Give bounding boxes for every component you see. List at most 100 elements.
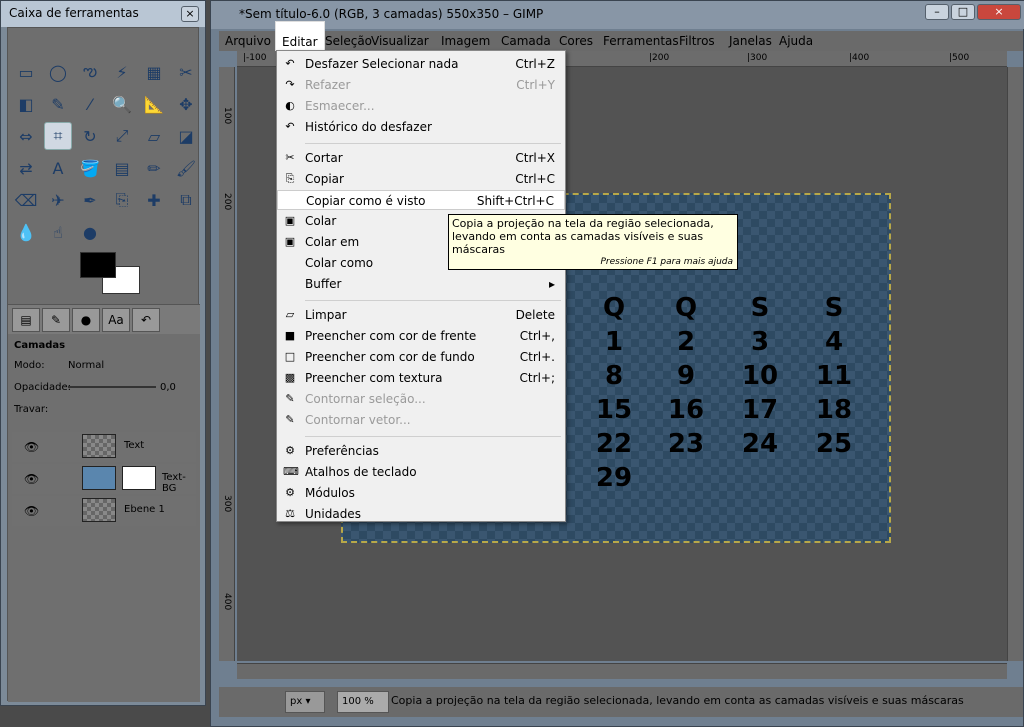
menu-arquivo[interactable]: Arquivo xyxy=(225,34,271,48)
toolbox-panel: ▭ ◯ ఌ ⚡ ▦ ✂ ◧ ✎ ⁄ 🔍 📐 ✥ ⇔ ⌗ ↻ ⤢ ▱ ◪ ⇄ A 🪣 ▤ ✏ 🖌 ⌫ ✈ ✒ ⎘ ✚ ⧉ 💧 ☝ ● ▤ ✎ ● … xyxy=(7,27,200,702)
measure-icon[interactable]: 📐 xyxy=(140,90,168,118)
close-icon[interactable]: × xyxy=(977,4,1021,20)
layer-name: Ebene 1 xyxy=(124,504,165,515)
minimize-icon[interactable]: – xyxy=(925,4,949,20)
close-icon[interactable]: × xyxy=(181,6,199,22)
move-icon[interactable]: ✥ xyxy=(172,90,200,118)
tab-brushes[interactable]: ● xyxy=(72,308,100,332)
eraser-icon[interactable]: ⌫ xyxy=(12,186,40,214)
ink-icon[interactable]: ✒ xyxy=(76,186,104,214)
blur-icon[interactable]: 💧 xyxy=(12,218,40,246)
tab-layers[interactable]: ▤ xyxy=(12,308,40,332)
paintbrush-icon[interactable]: 🖌 xyxy=(172,154,200,182)
menu-item-módulos[interactable]: ⚙ Módulos xyxy=(277,483,565,503)
ellipse-select-icon[interactable]: ◯ xyxy=(44,58,72,86)
maximize-icon[interactable]: □ xyxy=(951,4,975,20)
calendar-day: 9 xyxy=(676,361,696,391)
mode-select[interactable]: Normal xyxy=(68,360,104,371)
menu-item-preencher-com-cor-de-fundo[interactable]: □ Preencher com cor de fundo Ctrl+. xyxy=(277,347,565,367)
menu-camada[interactable]: Camada xyxy=(501,34,551,48)
menu-visualizar[interactable]: Visualizar xyxy=(371,34,429,48)
menu-item-contornar-vetor[interactable]: ✎ Contornar vetor... xyxy=(277,410,565,430)
horizontal-scrollbar[interactable] xyxy=(237,663,1007,679)
align-icon[interactable]: ⇔ xyxy=(12,122,40,150)
layer-row[interactable]: 👁 Text xyxy=(12,432,196,462)
menu-item-contornar-seleção[interactable]: ✎ Contornar seleção... xyxy=(277,389,565,409)
tab-fonts[interactable]: Aa xyxy=(102,308,130,332)
vertical-scrollbar[interactable] xyxy=(1007,67,1023,661)
menu-item-shortcut: Ctrl+, xyxy=(519,329,555,343)
perspective-clone-icon[interactable]: ⧉ xyxy=(172,186,200,214)
paths-icon[interactable]: ✎ xyxy=(44,90,72,118)
calendar-day: 2 xyxy=(676,327,696,357)
rect-select-icon[interactable]: ▭ xyxy=(12,58,40,86)
dodge-icon[interactable]: ● xyxy=(76,218,104,246)
tab-tool-options[interactable]: ✎ xyxy=(42,308,70,332)
color-select-icon[interactable]: ▦ xyxy=(140,58,168,86)
zoom-select[interactable]: 100 % xyxy=(337,691,389,713)
perspective-icon[interactable]: ◪ xyxy=(172,122,200,150)
clone-icon[interactable]: ⎘ xyxy=(108,186,136,214)
menu-item-cortar[interactable]: ✂ Cortar Ctrl+X xyxy=(277,148,565,168)
shear-icon[interactable]: ▱ xyxy=(140,122,168,150)
menu-item-shortcut: Delete xyxy=(515,308,555,322)
blend-icon[interactable]: ▤ xyxy=(108,154,136,182)
layer-row[interactable]: 👁 Ebene 1 xyxy=(12,496,196,526)
calendar-day: 22 xyxy=(595,429,633,459)
menu-ajuda[interactable]: Ajuda xyxy=(779,34,813,48)
foreground-select-icon[interactable]: ◧ xyxy=(12,90,40,118)
menu-item-atalhos-de-teclado[interactable]: ⌨ Atalhos de teclado xyxy=(277,462,565,482)
image-titlebar[interactable]: *Sem título-6.0 (RGB, 3 camadas) 550x350… xyxy=(211,1,1024,29)
menu-item-unidades[interactable]: ⚖ Unidades xyxy=(277,504,565,524)
menu-cores[interactable]: Cores xyxy=(559,34,593,48)
calendar-header: Q xyxy=(602,293,626,323)
free-select-icon[interactable]: ఌ xyxy=(76,58,104,86)
flip-icon[interactable]: ⇄ xyxy=(12,154,40,182)
menu-item-histórico-do-desfazer[interactable]: ↶ Histórico do desfazer xyxy=(277,117,565,137)
menu-imagem[interactable]: Imagem xyxy=(441,34,490,48)
menu-item-copiar[interactable]: ⎘ Copiar Ctrl+C xyxy=(277,169,565,189)
menu-filtros[interactable]: Filtros xyxy=(679,34,715,48)
menu-item-copiar-como-é-visto[interactable]: Copiar como é visto Shift+Ctrl+C xyxy=(277,190,565,210)
eye-icon[interactable]: 👁 xyxy=(24,440,39,454)
toolbox-titlebar[interactable]: Caixa de ferramentas × xyxy=(1,1,205,27)
scale-icon[interactable]: ⤢ xyxy=(108,122,136,150)
menu-item-preencher-com-cor-de-frente[interactable]: ■ Preencher com cor de frente Ctrl+, xyxy=(277,326,565,346)
crop-icon[interactable]: ⌗ xyxy=(44,122,72,150)
layer-mask-thumbnail xyxy=(122,466,156,490)
menu-item-desfazer-selecionar-nada[interactable]: ↶ Desfazer Selecionar nada Ctrl+Z xyxy=(277,54,565,74)
menu-item-shortcut: Ctrl+X xyxy=(515,151,555,165)
unit-select[interactable]: px ▾ xyxy=(285,691,325,713)
eye-icon[interactable]: 👁 xyxy=(24,504,39,518)
eye-icon[interactable]: 👁 xyxy=(24,472,39,486)
text-icon[interactable]: A xyxy=(44,154,72,182)
menu-janelas[interactable]: Janelas xyxy=(729,34,772,48)
menu-item-esmaecer[interactable]: ◐ Esmaecer... xyxy=(277,96,565,116)
menu-item-preencher-com-textura[interactable]: ▩ Preencher com textura Ctrl+; xyxy=(277,368,565,388)
color-picker-icon[interactable]: ⁄ xyxy=(76,90,104,118)
toolbox-title: Caixa de ferramentas xyxy=(9,6,139,20)
menu-item-refazer[interactable]: ↷ Refazer Ctrl+Y xyxy=(277,75,565,95)
menu-item-preferências[interactable]: ⚙ Preferências xyxy=(277,441,565,461)
menu-ferramentas[interactable]: Ferramentas xyxy=(603,34,679,48)
fill-bg-icon: □ xyxy=(284,350,296,363)
heal-icon[interactable]: ✚ xyxy=(140,186,168,214)
bucket-fill-icon[interactable]: 🪣 xyxy=(76,154,104,182)
airbrush-icon[interactable]: ✈ xyxy=(44,186,72,214)
layer-row[interactable]: 👁 Text-BG xyxy=(12,464,196,494)
scissors-icon[interactable]: ✂ xyxy=(172,58,200,86)
vertical-ruler: 100 200 300 400 xyxy=(219,67,235,661)
foreground-color-swatch[interactable] xyxy=(80,252,116,278)
opacity-slider[interactable] xyxy=(68,386,156,388)
rotate-icon[interactable]: ↻ xyxy=(76,122,104,150)
fuzzy-select-icon[interactable]: ⚡ xyxy=(108,58,136,86)
menu-item-shortcut: ▸ xyxy=(548,277,555,291)
menu-item-shortcut: Shift+Ctrl+C xyxy=(476,194,554,208)
menu-seleção[interactable]: Seleção xyxy=(325,34,372,48)
tab-undo-history[interactable]: ↶ xyxy=(132,308,160,332)
menu-item-limpar[interactable]: ▱ Limpar Delete xyxy=(277,305,565,325)
zoom-icon[interactable]: 🔍 xyxy=(108,90,136,118)
smudge-icon[interactable]: ☝ xyxy=(44,218,72,246)
pencil-icon[interactable]: ✏ xyxy=(140,154,168,182)
menu-item-buffer[interactable]: Buffer ▸ xyxy=(277,274,565,294)
